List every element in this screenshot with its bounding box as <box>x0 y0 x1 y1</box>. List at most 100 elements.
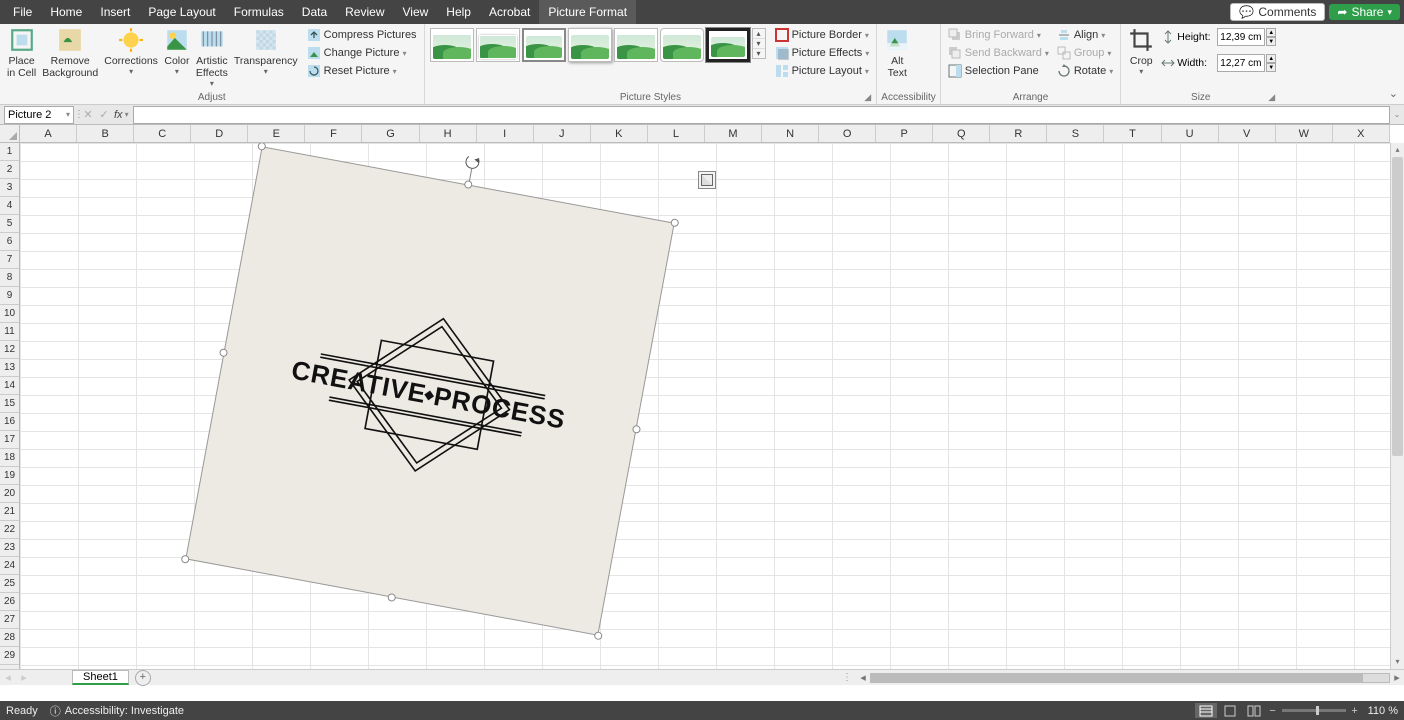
row-header-24[interactable]: 24 <box>0 557 19 575</box>
col-header-D[interactable]: D <box>191 125 248 142</box>
col-header-C[interactable]: C <box>134 125 191 142</box>
row-header-22[interactable]: 22 <box>0 521 19 539</box>
row-header-19[interactable]: 19 <box>0 467 19 485</box>
crop-button[interactable]: Crop ▾ <box>1125 27 1157 76</box>
row-header-25[interactable]: 25 <box>0 575 19 593</box>
picture-style-5[interactable] <box>614 28 658 62</box>
comments-button[interactable]: 💬 Comments <box>1230 3 1325 21</box>
width-down[interactable]: ▼ <box>1266 63 1276 72</box>
alt-text-button[interactable]: Alt Text <box>881 27 913 79</box>
row-header-9[interactable]: 9 <box>0 287 19 305</box>
tab-strip-options[interactable]: ⋮ <box>838 672 856 683</box>
picture-styles-gallery-more[interactable]: ▴▾▾ <box>752 28 766 59</box>
group-button[interactable]: Group ▾ <box>1054 45 1116 61</box>
row-header-27[interactable]: 27 <box>0 611 19 629</box>
row-header-20[interactable]: 20 <box>0 485 19 503</box>
col-header-S[interactable]: S <box>1047 125 1104 142</box>
tab-acrobat[interactable]: Acrobat <box>480 0 539 24</box>
row-header-18[interactable]: 18 <box>0 449 19 467</box>
expand-formula-bar[interactable]: ⌄ <box>1390 110 1404 119</box>
picture-layout-button[interactable]: Picture Layout ▾ <box>772 63 873 79</box>
col-header-U[interactable]: U <box>1162 125 1219 142</box>
hscroll-thumb[interactable] <box>871 674 1363 682</box>
col-header-A[interactable]: A <box>20 125 77 142</box>
rotate-handle[interactable] <box>464 154 480 170</box>
zoom-level[interactable]: 110 % <box>1368 705 1398 717</box>
col-header-W[interactable]: W <box>1276 125 1333 142</box>
tab-insert[interactable]: Insert <box>91 0 139 24</box>
tab-help[interactable]: Help <box>437 0 480 24</box>
row-header-2[interactable]: 2 <box>0 161 19 179</box>
scroll-down-icon[interactable]: ▾ <box>1391 655 1404 669</box>
row-header-28[interactable]: 28 <box>0 629 19 647</box>
zoom-in-button[interactable]: + <box>1348 705 1362 717</box>
name-box[interactable]: Picture 2 ▾ <box>4 106 74 124</box>
row-header-3[interactable]: 3 <box>0 179 19 197</box>
cancel-button[interactable]: ✕ <box>80 108 96 121</box>
enter-button[interactable]: ✓ <box>96 108 112 121</box>
inserted-picture[interactable]: CREATIVE ◆ PROCESS <box>185 146 675 636</box>
send-backward-button[interactable]: Send Backward ▾ <box>945 45 1052 61</box>
col-header-J[interactable]: J <box>534 125 591 142</box>
col-header-E[interactable]: E <box>248 125 305 142</box>
col-header-R[interactable]: R <box>990 125 1047 142</box>
color-button[interactable]: Color ▾ <box>161 27 193 76</box>
row-header-16[interactable]: 16 <box>0 413 19 431</box>
row-header-8[interactable]: 8 <box>0 269 19 287</box>
row-header-13[interactable]: 13 <box>0 359 19 377</box>
sheet-tab-sheet1[interactable]: Sheet1 <box>72 670 129 685</box>
vertical-scrollbar[interactable]: ▴ ▾ <box>1390 143 1404 669</box>
col-header-M[interactable]: M <box>705 125 762 142</box>
scroll-down-icon[interactable]: ▾ <box>753 39 765 49</box>
hscroll-right[interactable]: ▸ <box>1390 671 1404 684</box>
share-button[interactable]: ➦ Share ▾ <box>1329 4 1400 20</box>
picture-style-2[interactable] <box>476 28 520 62</box>
row-header-4[interactable]: 4 <box>0 197 19 215</box>
col-header-B[interactable]: B <box>77 125 134 142</box>
accessibility-status[interactable]: ⓘ Accessibility: Investigate <box>50 703 184 719</box>
sheet-nav-next[interactable]: ▸ <box>16 671 32 684</box>
zoom-slider[interactable] <box>1282 709 1346 712</box>
col-header-V[interactable]: V <box>1219 125 1276 142</box>
view-page-layout-button[interactable] <box>1219 703 1241 718</box>
vscroll-thumb[interactable] <box>1392 157 1403 456</box>
picture-selection[interactable]: CREATIVE ◆ PROCESS <box>162 143 698 659</box>
tab-page-layout[interactable]: Page Layout <box>139 0 224 24</box>
row-header-14[interactable]: 14 <box>0 377 19 395</box>
align-button[interactable]: Align ▾ <box>1054 27 1116 43</box>
row-header-7[interactable]: 7 <box>0 251 19 269</box>
horizontal-scrollbar[interactable] <box>870 673 1390 683</box>
row-header-11[interactable]: 11 <box>0 323 19 341</box>
col-header-I[interactable]: I <box>477 125 534 142</box>
bring-forward-button[interactable]: Bring Forward ▾ <box>945 27 1052 43</box>
tab-file[interactable]: File <box>4 0 41 24</box>
remove-background-button[interactable]: Remove Background <box>39 27 101 79</box>
sheet-nav-prev[interactable]: ◂ <box>0 671 16 684</box>
row-header-23[interactable]: 23 <box>0 539 19 557</box>
picture-style-3[interactable] <box>522 28 566 62</box>
transparency-button[interactable]: Transparency ▾ <box>231 27 301 76</box>
picture-smart-tag[interactable] <box>698 171 716 189</box>
row-header-21[interactable]: 21 <box>0 503 19 521</box>
size-launcher[interactable]: ◢ <box>1268 92 1278 102</box>
tab-view[interactable]: View <box>394 0 438 24</box>
reset-picture-button[interactable]: Reset Picture ▾ <box>304 63 420 79</box>
height-down[interactable]: ▼ <box>1266 37 1276 46</box>
resize-handle-se[interactable] <box>594 631 603 640</box>
view-page-break-button[interactable] <box>1243 703 1265 718</box>
height-up[interactable]: ▲ <box>1266 28 1276 37</box>
picture-style-7[interactable] <box>706 28 750 62</box>
col-header-K[interactable]: K <box>591 125 648 142</box>
row-header-5[interactable]: 5 <box>0 215 19 233</box>
change-picture-button[interactable]: Change Picture ▾ <box>304 45 420 61</box>
resize-handle-s[interactable] <box>387 593 396 602</box>
zoom-thumb[interactable] <box>1316 706 1319 715</box>
fx-dropdown[interactable]: ▾ <box>125 110 129 119</box>
view-normal-button[interactable] <box>1195 703 1217 718</box>
picture-style-6[interactable] <box>660 28 704 62</box>
picture-style-4[interactable] <box>568 28 612 62</box>
col-header-G[interactable]: G <box>362 125 419 142</box>
corrections-button[interactable]: Corrections ▾ <box>101 27 161 76</box>
picture-border-button[interactable]: Picture Border ▾ <box>772 27 873 43</box>
row-header-26[interactable]: 26 <box>0 593 19 611</box>
